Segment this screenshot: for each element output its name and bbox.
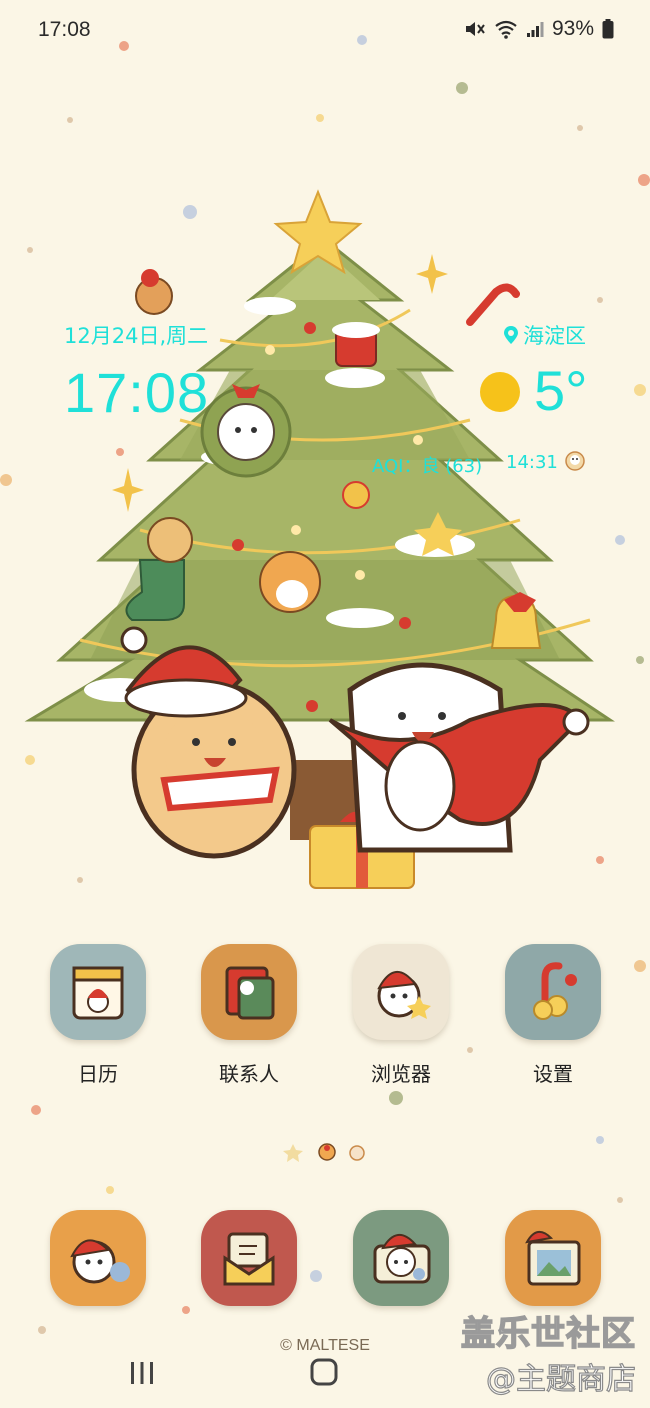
app-label: 浏览器 xyxy=(371,1062,431,1086)
app-calendar[interactable]: 日历 xyxy=(43,944,153,1087)
signal-icon xyxy=(526,22,544,37)
settings-icon xyxy=(505,944,601,1040)
calendar-icon xyxy=(50,944,146,1040)
phone-icon xyxy=(50,1210,146,1306)
status-bar: 17:08 93% xyxy=(0,0,650,60)
dock-gallery[interactable] xyxy=(498,1210,608,1306)
christmas-wallpaper xyxy=(0,35,650,1334)
widget-location-label: 海淀区 xyxy=(523,324,586,348)
battery-percent: 93% xyxy=(551,17,594,40)
widget-aqi: AQI：良 (63) xyxy=(372,456,483,477)
app-label: 设置 xyxy=(533,1062,573,1086)
app-settings[interactable]: 设置 xyxy=(498,944,608,1087)
messages-icon xyxy=(201,1210,297,1306)
weather-clock-widget[interactable]: 12月24日,周二 海淀区 17:08 5° AQI：良 (63) 14:31 xyxy=(0,300,650,500)
app-label: 联系人 xyxy=(219,1062,279,1086)
location-pin-icon xyxy=(504,326,518,344)
dock-messages[interactable] xyxy=(194,1210,304,1306)
widget-temperature: 5° xyxy=(534,359,588,422)
contacts-icon xyxy=(201,944,297,1040)
recents-icon[interactable] xyxy=(128,1360,156,1386)
mute-icon xyxy=(465,22,485,36)
app-browser[interactable]: 浏览器 xyxy=(346,944,456,1087)
battery-icon xyxy=(602,19,614,39)
status-time: 17:08 xyxy=(38,18,91,41)
widget-clock[interactable]: 17:08 xyxy=(64,360,209,425)
watermark-theme-store: @主题商店 xyxy=(485,1361,636,1397)
app-label: 日历 xyxy=(78,1062,118,1086)
home-icon[interactable] xyxy=(310,1358,338,1386)
widget-date: 12月24日,周二 xyxy=(64,324,209,348)
page-indicator[interactable] xyxy=(283,1138,373,1166)
widget-updated-time: 14:31 xyxy=(506,452,558,473)
dock-phone[interactable] xyxy=(43,1210,153,1306)
refresh-icon[interactable] xyxy=(564,450,586,472)
sun-icon xyxy=(480,372,520,412)
widget-location[interactable]: 海淀区 xyxy=(503,320,586,350)
dock-camera[interactable] xyxy=(346,1210,456,1306)
wifi-icon xyxy=(495,20,517,39)
watermark-community: 盖乐世社区 xyxy=(460,1313,636,1355)
camera-icon xyxy=(353,1210,449,1306)
status-icons: 93% xyxy=(464,17,614,41)
browser-icon xyxy=(353,944,449,1040)
app-contacts[interactable]: 联系人 xyxy=(194,944,304,1087)
gallery-icon xyxy=(505,1210,601,1306)
